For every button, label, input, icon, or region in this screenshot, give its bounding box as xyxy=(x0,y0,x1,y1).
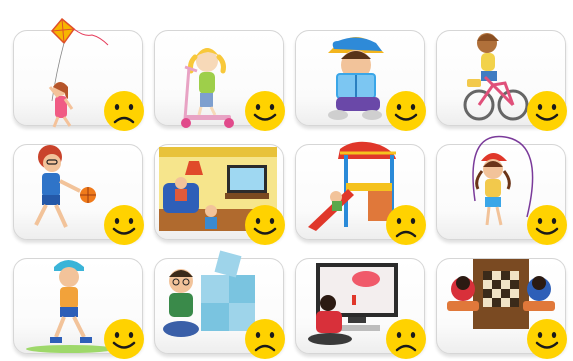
happy-face-icon[interactable] xyxy=(525,89,569,133)
sad-face-icon[interactable] xyxy=(243,317,287,361)
card-playing-basketball[interactable] xyxy=(13,144,144,245)
card-jigsaw-puzzle[interactable] xyxy=(154,250,285,359)
card-riding-scooter[interactable] xyxy=(154,30,285,131)
sad-face-icon[interactable] xyxy=(384,203,428,247)
happy-face-icon[interactable] xyxy=(525,317,569,361)
card-playground-slide[interactable] xyxy=(295,141,426,245)
sad-face-icon[interactable] xyxy=(102,89,146,133)
card-watching-tv[interactable] xyxy=(154,144,285,245)
card-video-game[interactable] xyxy=(295,258,426,359)
happy-face-icon[interactable] xyxy=(102,317,146,361)
sad-face-icon[interactable] xyxy=(384,317,428,361)
card-riding-bicycle[interactable] xyxy=(436,30,567,131)
happy-face-icon[interactable] xyxy=(102,203,146,247)
activity-grid xyxy=(0,0,573,359)
happy-face-icon[interactable] xyxy=(243,89,287,133)
card-jumping-rope[interactable] xyxy=(436,135,567,245)
card-flying-kite[interactable] xyxy=(13,17,144,131)
happy-face-icon[interactable] xyxy=(384,89,428,133)
happy-face-icon[interactable] xyxy=(243,203,287,247)
card-reading-book[interactable] xyxy=(295,30,426,131)
card-playing-chess[interactable] xyxy=(436,258,567,359)
happy-face-icon[interactable] xyxy=(525,203,569,247)
card-roller-skating[interactable] xyxy=(13,258,144,359)
